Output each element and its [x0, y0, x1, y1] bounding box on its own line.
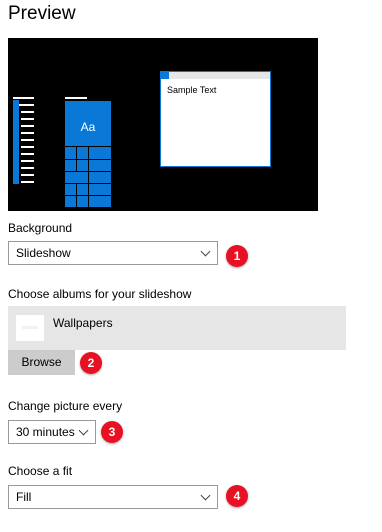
- callout-badge-4: 4: [226, 485, 248, 507]
- start-tiles-preview: Aa: [65, 101, 111, 207]
- browse-button[interactable]: Browse: [8, 350, 75, 375]
- change-picture-dropdown[interactable]: 30 minutes: [8, 420, 96, 444]
- change-picture-value: 30 minutes: [16, 425, 75, 439]
- albums-label: Choose albums for your slideshow: [8, 287, 192, 301]
- fit-value: Fill: [16, 490, 32, 504]
- callout-badge-1: 1: [226, 245, 248, 267]
- page-title: Preview: [8, 3, 76, 24]
- sample-window: Sample Text: [160, 71, 271, 167]
- desktop-preview: Aa Sample Text: [8, 38, 318, 211]
- background-label: Background: [8, 221, 73, 235]
- fit-label: Choose a fit: [8, 464, 73, 478]
- fit-dropdown[interactable]: Fill: [8, 485, 218, 509]
- chevron-down-icon: [200, 246, 211, 257]
- sample-text: Sample Text: [167, 85, 217, 95]
- background-value: Slideshow: [16, 246, 71, 260]
- sample-window-titlebar: [161, 72, 270, 79]
- tile-label: Aa: [80, 120, 96, 134]
- album-name: Wallpapers: [53, 316, 113, 330]
- callout-badge-3: 3: [101, 421, 123, 443]
- album-item[interactable]: Wallpapers: [8, 306, 346, 350]
- callout-badge-2: 2: [80, 352, 102, 374]
- album-thumbnail: [16, 315, 44, 341]
- change-picture-label: Change picture every: [8, 399, 123, 413]
- background-dropdown[interactable]: Slideshow: [8, 241, 218, 265]
- accent-strip: [13, 100, 19, 184]
- chevron-down-icon: [78, 425, 89, 436]
- chevron-down-icon: [200, 490, 211, 501]
